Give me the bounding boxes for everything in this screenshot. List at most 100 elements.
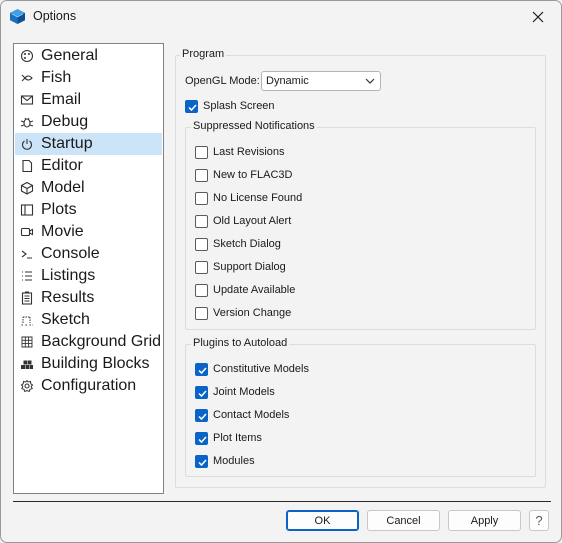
window-title: Options <box>33 9 77 23</box>
checkbox-box[interactable] <box>195 362 208 376</box>
fish-icon <box>21 74 33 82</box>
checkbox-box[interactable] <box>195 237 208 251</box>
checkbox-box[interactable] <box>195 306 208 320</box>
apply-button[interactable]: Apply <box>448 510 521 531</box>
checkbox-label: Last Revisions <box>213 146 285 158</box>
sidebar-item-configuration[interactable]: Configuration <box>15 375 162 397</box>
checkbox-box[interactable] <box>195 145 208 159</box>
plot-items-checkbox[interactable]: Plot Items <box>195 430 262 446</box>
sidebar-item-label: Fish <box>41 69 72 86</box>
checkbox-box[interactable] <box>185 99 198 113</box>
grid-icon <box>21 336 33 348</box>
suppressed-notifications-title: Suppressed Notifications <box>191 120 317 132</box>
gear-icon <box>20 379 34 393</box>
checkbox-label: Plot Items <box>213 432 262 444</box>
new-to-flac3d-checkbox[interactable]: New to FLAC3D <box>195 167 292 183</box>
opengl-mode-value: Dynamic <box>266 75 309 87</box>
sidebar-item-movie[interactable]: Movie <box>15 221 162 243</box>
checkmark-icon <box>188 103 197 111</box>
ok-button[interactable]: OK <box>286 510 359 531</box>
help-button[interactable]: ? <box>529 510 549 531</box>
sidebar-item-label: Results <box>41 289 95 306</box>
checkmark-icon <box>198 389 207 397</box>
opengl-mode-select[interactable]: Dynamic <box>261 71 381 91</box>
checkmark-icon <box>198 412 207 420</box>
checkbox-label: Constitutive Models <box>213 363 309 375</box>
category-list[interactable]: General Fish Email Debug Startup Editor … <box>13 43 164 494</box>
checkbox-label: Version Change <box>213 307 292 319</box>
sidebar-item-listings[interactable]: Listings <box>15 265 162 287</box>
checkbox-label: Contact Models <box>213 409 290 421</box>
camera-icon <box>20 227 34 237</box>
sidebar-item-sketch[interactable]: Sketch <box>15 309 162 331</box>
title-bar: Options <box>1 1 561 32</box>
contact-models-checkbox[interactable]: Contact Models <box>195 407 289 423</box>
last-revisions-checkbox[interactable]: Last Revisions <box>195 144 285 160</box>
sidebar-item-startup[interactable]: Startup <box>15 133 162 155</box>
cube-icon <box>20 181 34 195</box>
sidebar-item-results[interactable]: Results <box>15 287 162 309</box>
sidebar-item-general[interactable]: General <box>15 45 162 67</box>
sidebar-item-label: Console <box>41 245 100 262</box>
sidebar-item-label: Sketch <box>41 311 90 328</box>
plot-icon <box>20 204 34 216</box>
checkbox-box[interactable] <box>195 214 208 228</box>
support-dialog-checkbox[interactable]: Support Dialog <box>195 259 286 275</box>
joint-models-checkbox[interactable]: Joint Models <box>195 384 275 400</box>
footer-divider <box>13 501 551 502</box>
checkbox-box[interactable] <box>195 431 208 445</box>
old-layout-alert-checkbox[interactable]: Old Layout Alert <box>195 213 291 229</box>
checkmark-icon <box>198 366 207 374</box>
checkbox-label: No License Found <box>213 192 303 204</box>
sidebar-item-label: Configuration <box>41 377 137 394</box>
sidebar-item-label: General <box>41 47 98 64</box>
splash-screen-checkbox[interactable]: Splash Screen <box>185 98 275 114</box>
sidebar-item-label: Background Grid <box>41 333 162 350</box>
results-icon <box>21 291 33 305</box>
blocks-icon <box>21 360 33 369</box>
sidebar-item-label: Startup <box>41 135 93 152</box>
close-icon <box>532 11 544 22</box>
checkbox-label: Old Layout Alert <box>213 215 292 227</box>
chevron-down-icon <box>365 78 375 84</box>
sidebar-item-label: Debug <box>41 113 89 130</box>
sidebar-item-fish[interactable]: Fish <box>15 67 162 89</box>
sidebar-item-plots[interactable]: Plots <box>15 199 162 221</box>
sidebar-item-debug[interactable]: Debug <box>15 111 162 133</box>
checkbox-box[interactable] <box>195 260 208 274</box>
sketch-dialog-checkbox[interactable]: Sketch Dialog <box>195 236 281 252</box>
checkbox-box[interactable] <box>195 385 208 399</box>
sidebar-item-label: Movie <box>41 223 84 240</box>
constitutive-models-checkbox[interactable]: Constitutive Models <box>195 361 309 377</box>
sidebar-item-building-blocks[interactable]: Building Blocks <box>15 353 162 375</box>
checkbox-label: New to FLAC3D <box>213 169 293 181</box>
checkmark-icon <box>198 458 207 466</box>
checkbox-box[interactable] <box>195 168 208 182</box>
sidebar-item-console[interactable]: Console <box>15 243 162 265</box>
no-license-found-checkbox[interactable]: No License Found <box>195 190 302 206</box>
bug-icon <box>20 117 34 128</box>
update-available-checkbox[interactable]: Update Available <box>195 282 295 298</box>
plugins-group-title: Plugins to Autoload <box>191 337 290 349</box>
sketch-icon <box>21 316 33 326</box>
checkbox-box[interactable] <box>195 191 208 205</box>
checkbox-label: Sketch Dialog <box>213 238 281 250</box>
close-button[interactable] <box>515 1 561 32</box>
sidebar-item-editor[interactable]: Editor <box>15 155 162 177</box>
sidebar-item-model[interactable]: Model <box>15 177 162 199</box>
sidebar-item-label: Building Blocks <box>41 355 150 372</box>
sidebar-item-label: Editor <box>41 157 83 174</box>
cube-icon <box>10 9 25 24</box>
sidebar-item-background-grid[interactable]: Background Grid <box>15 331 162 353</box>
sidebar-item-email[interactable]: Email <box>15 89 162 111</box>
cancel-button[interactable]: Cancel <box>367 510 440 531</box>
checkbox-box[interactable] <box>195 454 208 468</box>
version-change-checkbox[interactable]: Version Change <box>195 305 291 321</box>
document-icon <box>22 159 33 173</box>
checkbox-box[interactable] <box>195 408 208 422</box>
checkbox-label: Support Dialog <box>213 261 286 273</box>
terminal-icon <box>21 250 32 259</box>
checkbox-label: Update Available <box>213 284 296 296</box>
checkbox-box[interactable] <box>195 283 208 297</box>
modules-checkbox[interactable]: Modules <box>195 453 255 469</box>
